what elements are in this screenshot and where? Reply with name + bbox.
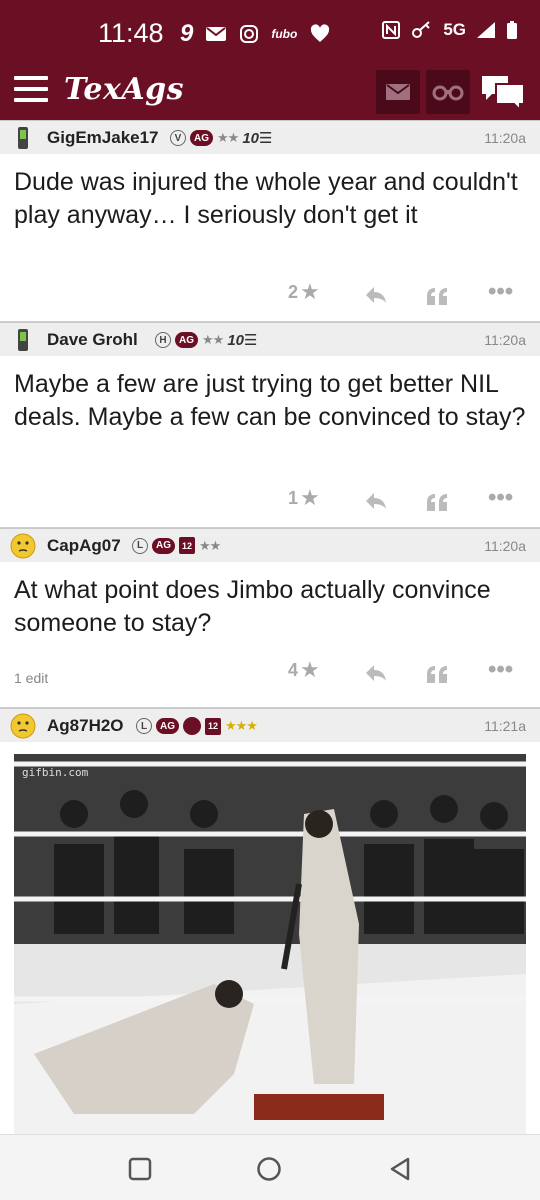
badge-10: 10☰ [227,332,258,349]
instagram-icon [240,25,259,43]
quote-icon[interactable] [426,487,448,517]
user-badges: L AG 12 ★★★ [136,717,258,735]
star-count: 1 [288,487,299,508]
badge-stars: ★★ [202,332,224,347]
reply-icon[interactable] [364,280,388,310]
star-button[interactable]: 2 ★ [288,277,320,307]
post-gif-image[interactable]: gifbin.com [14,754,526,1134]
status-system-icons: 5G [381,20,518,40]
texags-logo[interactable]: TexAgs [64,72,184,107]
status-time: 11:48 [98,18,164,48]
more-icon[interactable]: ••• [488,277,513,307]
post-username[interactable]: GigEmJake17 [47,128,159,148]
badge-letter: V [170,130,186,146]
badge-ag: AG [152,537,175,554]
status-notification-icons: 9 fubo [180,20,331,48]
star-icon: ★ [300,279,320,304]
key-icon [412,21,431,38]
user-badges: H AG ★★ 10☰ [155,331,257,349]
quote-icon[interactable] [426,281,448,311]
nine-icon: 9 [180,20,194,47]
badge-stars: ★★ [199,537,221,553]
star-icon: ★ [300,657,320,682]
home-icon[interactable] [256,1156,282,1182]
phone-icon [18,329,28,351]
network-type: 5G [443,20,466,39]
badge-ag: AG [190,130,213,146]
post-time: 11:20a [484,130,526,146]
chat-button[interactable] [480,72,526,113]
binoculars-icon [432,85,464,101]
thinking-emoji-icon [10,533,36,559]
nfc-icon [382,21,401,39]
edit-note[interactable]: 1 edit [14,670,48,686]
battery-icon [507,21,517,39]
mail-icon [206,27,227,41]
status-bar: 11:48 9 fubo 5G [0,0,540,64]
reply-icon[interactable] [364,658,388,688]
badge-ag: AG [156,718,179,734]
post-header: GigEmJake17 V AG ★★ 10☰ 11:20a [0,120,540,154]
more-icon[interactable]: ••• [488,483,513,513]
post-item: Dave Grohl H AG ★★ 10☰ 11:20a Maybe a fe… [0,322,540,528]
iheart-icon [311,24,330,42]
badge-letter: L [136,718,152,734]
envelope-icon [386,84,410,100]
watch-button[interactable] [426,70,470,114]
badge-letter: H [155,332,171,348]
messages-button[interactable] [376,70,420,114]
badge-ag: AG [175,332,198,348]
gif-watermark: gifbin.com [22,766,89,779]
back-icon[interactable] [388,1156,412,1182]
user-badges: L AG 12 ★★ [132,537,221,554]
reply-icon[interactable] [364,486,388,516]
system-nav-bar [0,1134,540,1200]
post-body: At what point does Jimbo actually convin… [14,576,491,637]
badge-12: 12 [179,537,195,554]
menu-icon[interactable] [14,76,48,104]
app-bar: TexAgs [0,64,540,120]
star-count: 4 [288,659,299,680]
post-item: GigEmJake17 V AG ★★ 10☰ 11:20a Dude was … [0,120,540,322]
sports-badge-icon [183,717,201,735]
post-username[interactable]: CapAg07 [47,536,121,556]
star-icon: ★ [300,485,320,510]
karate-gif-scene: gifbin.com [14,754,526,1134]
signal-icon [477,22,495,38]
chat-bubbles-icon [482,76,525,113]
recents-icon[interactable] [128,1157,152,1181]
phone-icon [18,127,28,149]
post-header: CapAg07 L AG 12 ★★ 11:20a [0,528,540,562]
thinking-emoji-icon [10,713,36,739]
star-count: 2 [288,281,299,302]
badge-stars: ★★ [217,130,239,145]
star-button[interactable]: 1 ★ [288,483,320,513]
post-username[interactable]: Ag87H2O [47,716,124,736]
quote-icon[interactable] [426,659,448,689]
post-time: 11:20a [484,538,526,554]
badge-letter: L [132,537,148,554]
star-button[interactable]: 4 ★ [288,655,320,685]
post-item: CapAg07 L AG 12 ★★ 11:20a At what point … [0,528,540,708]
badge-stars: ★★★ [225,718,258,733]
post-header: Dave Grohl H AG ★★ 10☰ 11:20a [0,322,540,356]
post-time: 11:21a [484,718,526,734]
post-body: Maybe a few are just trying to get bette… [14,370,526,431]
badge-10: 10☰ [242,130,273,147]
more-icon[interactable]: ••• [488,655,513,685]
post-time: 11:20a [484,332,526,348]
badge-12: 12 [205,717,221,735]
user-badges: V AG ★★ 10☰ [170,129,272,147]
fubo-icon: fubo [271,27,298,41]
post-body: Dude was injured the whole year and coul… [14,168,518,229]
post-header: Ag87H2O L AG 12 ★★★ 11:21a [0,708,540,742]
post-username[interactable]: Dave Grohl [47,330,138,350]
